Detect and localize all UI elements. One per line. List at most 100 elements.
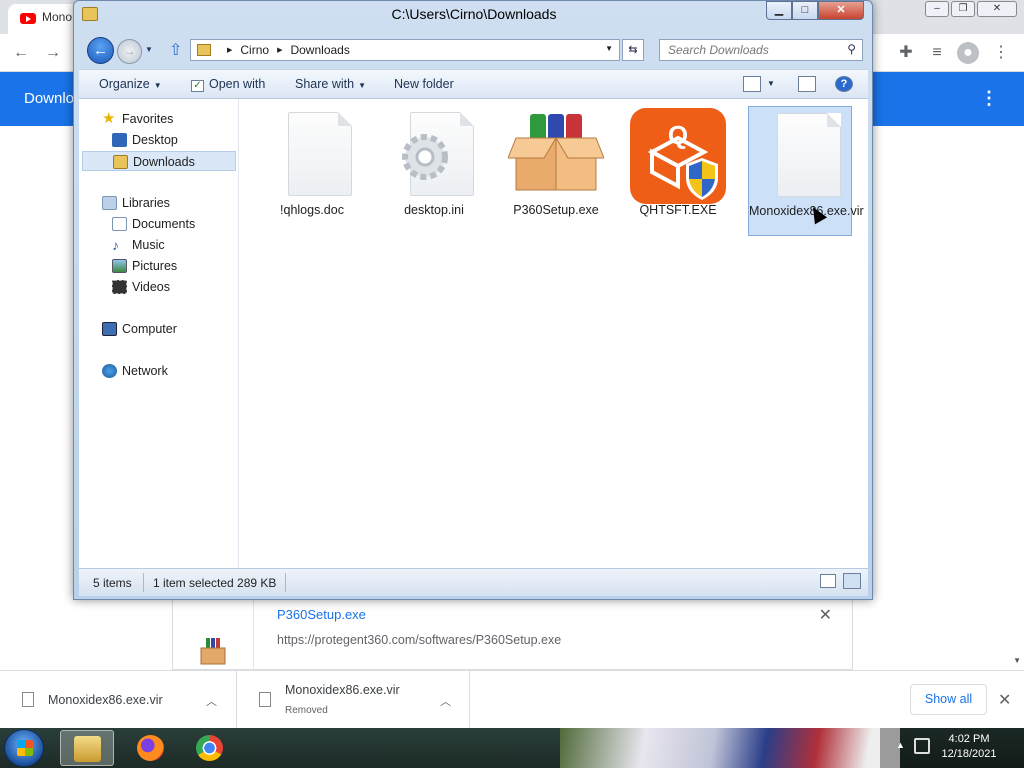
view-dropdown-icon[interactable]: ▼ xyxy=(767,79,775,88)
back-arrow-icon[interactable]: ← xyxy=(10,42,32,64)
start-button[interactable] xyxy=(4,729,44,767)
file-item[interactable]: P360Setup.exe xyxy=(504,106,608,236)
breadcrumb-cirno[interactable]: Cirno xyxy=(240,43,269,57)
maximize-button[interactable]: □ xyxy=(792,1,818,20)
show-hidden-icons-icon[interactable]: ▲ xyxy=(896,740,905,750)
up-arrow-icon[interactable]: ⇧ xyxy=(169,40,182,60)
installer-box-icon xyxy=(508,108,604,196)
nav-libraries[interactable]: Libraries xyxy=(102,193,170,213)
new-folder-button[interactable]: New folder xyxy=(394,77,454,91)
organize-label: Organize xyxy=(99,77,150,91)
close-button[interactable]: ✕ xyxy=(977,1,1017,17)
minimize-button[interactable]: ▁ xyxy=(766,1,792,20)
navigation-pane: ★ Favorites Desktop Downloads Libraries D… xyxy=(79,99,239,568)
file-list: !qhlogs.doc desktop.ini P360Setup.exe Q … xyxy=(240,99,868,568)
nav-label: Libraries xyxy=(122,196,170,210)
dropdown-arrow-icon: ▼ xyxy=(153,81,162,90)
breadcrumb-arrow-icon[interactable]: ▶ xyxy=(227,46,232,54)
nav-downloads[interactable]: Downloads xyxy=(82,151,236,171)
profile-avatar-icon[interactable]: ● xyxy=(957,42,979,64)
file-item[interactable]: !qhlogs.doc xyxy=(260,106,364,236)
nav-videos[interactable]: Videos xyxy=(112,277,170,297)
breadcrumb-downloads[interactable]: Downloads xyxy=(290,43,349,57)
more-options-icon[interactable]: ⋮ xyxy=(980,88,998,109)
nav-label: Music xyxy=(132,238,165,252)
forward-arrow-icon[interactable]: → xyxy=(42,42,64,64)
selection-info: 1 item selected 289 KB xyxy=(153,576,277,590)
chrome-icon xyxy=(196,735,223,761)
recent-pages-dropdown-icon[interactable]: ▼ xyxy=(145,45,153,54)
file-item[interactable]: desktop.ini xyxy=(382,106,486,236)
nav-pictures[interactable]: Pictures xyxy=(112,256,177,276)
close-button[interactable]: ✕ xyxy=(818,1,864,20)
file-name: P360Setup.exe xyxy=(513,203,599,217)
file-icon xyxy=(22,692,34,707)
chevron-up-icon[interactable]: ︿ xyxy=(440,693,451,709)
chevron-up-icon[interactable]: ︿ xyxy=(206,693,217,709)
document-icon xyxy=(276,108,352,196)
nav-label: Computer xyxy=(122,322,177,336)
clock[interactable]: 4:02 PM 12/18/2021 xyxy=(934,732,1004,762)
download-filename-link[interactable]: P360Setup.exe xyxy=(277,607,366,622)
nav-label: Desktop xyxy=(132,133,178,147)
nav-computer[interactable]: Computer xyxy=(102,319,177,339)
nav-documents[interactable]: Documents xyxy=(112,214,195,234)
nav-music[interactable]: ♪ Music xyxy=(112,235,165,255)
change-view-icon[interactable] xyxy=(743,76,761,92)
explorer-taskbar-button[interactable] xyxy=(60,730,114,766)
details-view-icon[interactable] xyxy=(820,574,836,588)
share-with-button[interactable]: Share with ▼ xyxy=(295,77,366,91)
nav-network[interactable]: Network xyxy=(102,361,168,381)
remove-download-icon[interactable]: ✕ xyxy=(819,605,832,625)
open-with-button[interactable]: ✓ Open with xyxy=(191,77,265,92)
preview-pane-icon[interactable] xyxy=(798,76,816,92)
minimize-button[interactable]: – xyxy=(925,1,949,17)
system-tray: ▲ 4:02 PM 12/18/2021 xyxy=(880,728,1024,768)
folder-icon xyxy=(74,736,101,762)
shelf-item[interactable]: Monoxidex86.exe.vir ︿ xyxy=(0,671,237,729)
clock-time: 4:02 PM xyxy=(948,733,990,745)
chrome-menu-icon[interactable]: ⋮ xyxy=(990,42,1012,64)
breadcrumb-arrow-icon[interactable]: ▶ xyxy=(277,46,282,54)
search-input[interactable]: Search Downloads ⚲ xyxy=(659,39,863,61)
file-name: Monoxidex86.exe.vir xyxy=(749,204,864,218)
download-url[interactable]: https://protegent360.com/softwares/P360S… xyxy=(277,633,561,647)
window-title: C:\Users\Cirno\Downloads xyxy=(391,6,557,22)
help-icon[interactable]: ? xyxy=(835,76,853,92)
nav-favorites[interactable]: ★ Favorites xyxy=(102,109,173,129)
firefox-taskbar-button[interactable] xyxy=(124,730,178,766)
nav-label: Videos xyxy=(132,280,170,294)
search-icon[interactable]: ⚲ xyxy=(847,42,856,56)
wallpaper-art xyxy=(560,728,900,768)
file-item-selected[interactable]: Monoxidex86.exe.vir xyxy=(748,106,864,236)
shelf-item-name: Monoxidex86.exe.vir xyxy=(48,693,163,707)
file-name: !qhlogs.doc xyxy=(280,203,344,217)
show-all-button[interactable]: Show all xyxy=(910,684,987,715)
tab-title: Mono xyxy=(42,10,73,24)
address-dropdown-icon[interactable]: ▼ xyxy=(605,44,613,53)
svg-text:Q: Q xyxy=(668,120,688,150)
file-name: desktop.ini xyxy=(404,203,464,217)
search-placeholder: Search Downloads xyxy=(668,43,769,57)
back-button[interactable]: ← xyxy=(87,37,114,64)
scroll-down-arrow-icon[interactable]: ▼ xyxy=(1013,656,1021,665)
maximize-button[interactable]: ❐ xyxy=(951,1,975,17)
forward-button[interactable]: → xyxy=(117,39,142,64)
refresh-icon[interactable]: ⇆ xyxy=(622,39,644,61)
downloads-folder-icon xyxy=(197,44,211,56)
nav-desktop[interactable]: Desktop xyxy=(112,130,178,150)
shelf-item[interactable]: Monoxidex86.exe.vir Removed ︿ xyxy=(237,671,470,729)
network-icon[interactable] xyxy=(914,738,930,754)
extensions-puzzle-icon[interactable]: ✚ xyxy=(895,42,917,64)
chrome-window-controls: – ❐ ✕ xyxy=(925,1,1017,17)
clock-date: 12/18/2021 xyxy=(941,748,997,760)
file-item[interactable]: Q QHTSFT.EXE xyxy=(626,106,730,236)
large-icons-view-icon[interactable] xyxy=(843,573,861,589)
firefox-icon xyxy=(137,735,164,761)
chrome-taskbar-button[interactable] xyxy=(183,730,237,766)
organize-button[interactable]: Organize ▼ xyxy=(99,77,162,91)
computer-icon xyxy=(102,322,117,336)
close-shelf-icon[interactable]: ✕ xyxy=(998,690,1011,710)
media-queue-icon[interactable]: ≡ xyxy=(926,42,948,64)
address-bar[interactable]: ▶ Cirno ▶ Downloads ▼ xyxy=(190,39,620,61)
